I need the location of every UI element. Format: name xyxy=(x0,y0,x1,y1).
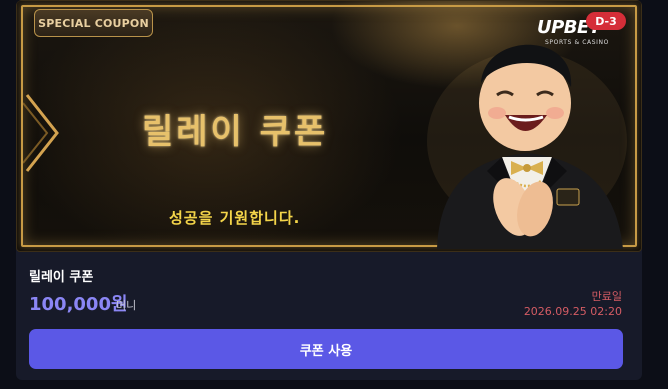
coupon-banner: SPECIAL COUPON UPBET SPORTS & CASINO D-3… xyxy=(16,0,642,252)
banner-headline: 릴레이 쿠폰 xyxy=(142,112,329,152)
mascot-illustration xyxy=(427,44,627,249)
coupon-unit: 머니 xyxy=(116,299,137,312)
coupon-amount: 100,000원 xyxy=(29,294,128,315)
coupon-card: SPECIAL COUPON UPBET SPORTS & CASINO D-3… xyxy=(16,0,642,380)
use-coupon-button[interactable]: 쿠폰 사용 xyxy=(29,329,623,369)
expiry-date: 2026.09.25 02:20 xyxy=(523,305,622,318)
chevron-right-icon xyxy=(23,94,59,172)
expiry-label: 만료일 xyxy=(591,290,622,303)
banner-slogan: 성공을 기원합니다. xyxy=(169,209,301,227)
special-coupon-badge: SPECIAL COUPON xyxy=(34,9,153,37)
dday-badge: D-3 xyxy=(586,12,626,30)
coupon-name: 릴레이 쿠폰 xyxy=(29,270,94,285)
